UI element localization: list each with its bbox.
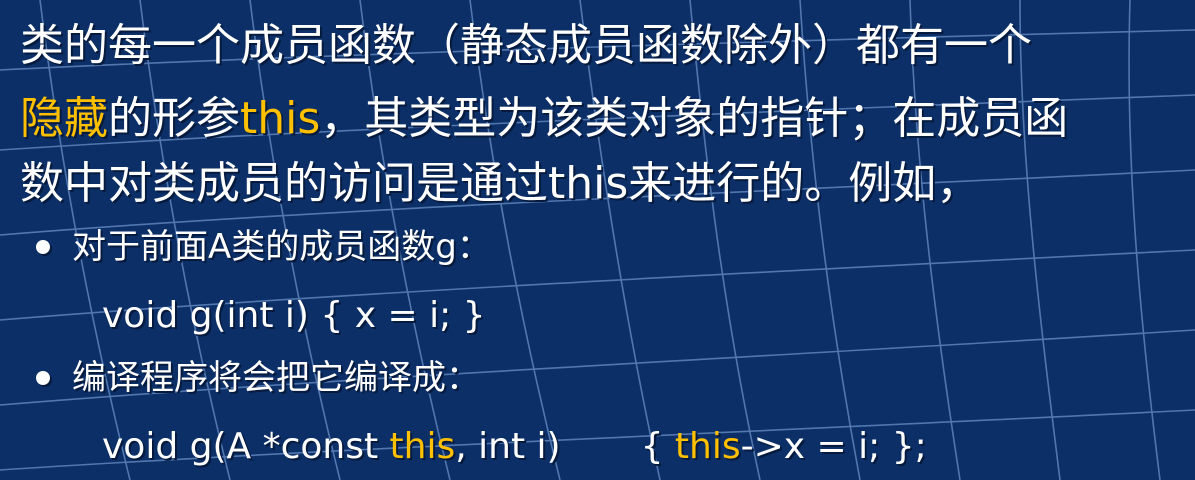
highlight-hidden: 隐藏 [20,93,108,144]
code-this-keyword-1: this [389,426,456,467]
bullet-text-1: 对于前面A类的成员函数g： [72,227,491,267]
code-compiled-part-3: { [640,426,675,467]
code-original: void g(int i) { x = i; } [102,295,486,336]
code-compiled-part-4: ->x = i; }; [740,426,927,467]
slide-content: 类的每一个成员函数（静态成员函数除外）都有一个 隐藏的形参this，其类型为该类… [0,0,1195,480]
code-this-keyword-2: this [674,426,741,467]
paragraph-line-2-rest: ，其类型为该类对象的指针；在成员函 [320,93,1069,144]
bullet-text-2: 编译程序将会把它编译成： [72,358,480,398]
highlight-this-keyword: this [240,93,321,144]
bullet-item-1: 对于前面A类的成员函数g： [36,225,491,269]
bullet-item-2: 编译程序将会把它编译成： [36,356,480,400]
code-compiled-part-1: void g(A *const [102,426,390,467]
bullet-dot-icon [36,370,50,385]
paragraph-line-2-mid: 的形参 [108,93,240,144]
paragraph-line-2: 隐藏的形参this，其类型为该类对象的指针；在成员函 [20,91,1068,147]
code-compiled-part-2: , int i) [455,426,561,467]
code-compiled: void g(A *const this, int i){ this->x = … [102,424,927,470]
paragraph-line-1: 类的每一个成员函数（静态成员函数除外）都有一个 [20,20,1032,71]
paragraph-line-3: 数中对类成员的访问是通过this来进行的。例如， [20,158,981,209]
bullet-dot-icon [36,239,50,254]
